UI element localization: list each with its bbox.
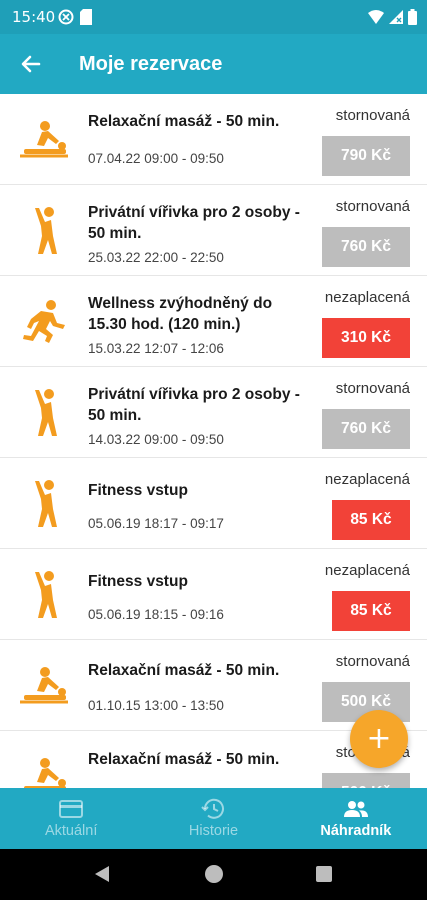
back-triangle-icon[interactable] [94, 865, 110, 883]
reservation-datetime: 14.03.22 09:00 - 09:50 [88, 432, 224, 447]
reservation-title: Privátní vířivka pro 2 osoby - 50 min. [88, 386, 300, 424]
status-bar: 15:40 [0, 0, 427, 34]
credit-card-icon [59, 798, 84, 820]
price-badge: 790 Kč [322, 136, 410, 176]
massage-icon [16, 753, 72, 788]
tab-label: Historie [188, 823, 239, 839]
price-badge: 500 Kč [322, 773, 410, 788]
sim-card-icon [80, 9, 92, 30]
reservation-datetime: 01.10.15 13:00 - 13:50 [88, 698, 224, 713]
reservation-row[interactable]: Relaxační masáž - 50 min. 07.04.22 09:00… [0, 94, 427, 185]
reservation-title: Fitness vstup [88, 573, 188, 590]
reservation-status: nezaplacená [324, 562, 410, 579]
screen: 15:40 Moje rezervace Relaxační masáž - 5… [0, 0, 427, 900]
reservation-row[interactable]: Privátní vířivka pro 2 osoby - 50 min. 1… [0, 367, 427, 458]
status-left-icons [58, 9, 92, 30]
signal-icon [389, 10, 403, 29]
reservation-status: stornovaná [335, 380, 410, 397]
price-badge: 760 Kč [322, 409, 410, 449]
app-bar: Moje rezervace [0, 34, 427, 94]
reservation-datetime: 07.04.22 09:00 - 09:50 [88, 151, 224, 166]
tab-aktualni[interactable]: Aktuální [0, 788, 142, 849]
reservation-datetime: 15.03.22 12:07 - 12:06 [88, 341, 224, 356]
arrow-left-icon [21, 55, 41, 73]
battery-icon [408, 9, 417, 30]
running-icon [16, 298, 72, 346]
stretch-icon [16, 389, 72, 437]
history-icon [201, 798, 225, 820]
status-time: 15:40 [12, 8, 56, 26]
tab-label: Aktuální [44, 823, 98, 839]
tab-nahradnik[interactable]: Náhradník [285, 788, 427, 849]
price-badge: 85 Kč [332, 500, 410, 540]
system-nav-bar [0, 849, 427, 900]
reservation-status: stornovaná [335, 198, 410, 215]
reservation-datetime: 25.03.22 22:00 - 22:50 [88, 250, 224, 265]
reservation-list[interactable]: Relaxační masáž - 50 min. 07.04.22 09:00… [0, 94, 427, 788]
reservation-status: nezaplacená [324, 289, 410, 306]
plus-icon: + [366, 721, 392, 756]
stretch-icon [16, 571, 72, 619]
price-badge: 310 Kč [322, 318, 410, 358]
reservation-status: nezaplacená [324, 471, 410, 488]
alarm-icon [58, 9, 74, 30]
page-title: Moje rezervace [79, 53, 223, 75]
tab-label: Náhradník [320, 823, 392, 839]
status-right-icons [368, 9, 417, 30]
back-button[interactable] [14, 48, 48, 80]
price-badge: 760 Kč [322, 227, 410, 267]
wifi-icon [368, 10, 384, 29]
stretch-icon [16, 480, 72, 528]
price-badge: 85 Kč [332, 591, 410, 631]
reservation-row[interactable]: Fitness vstup 05.06.19 18:15 - 09:16 nez… [0, 549, 427, 640]
massage-icon [16, 662, 72, 710]
reservation-row[interactable]: Wellness zvýhodněný do 15.30 hod. (120 m… [0, 276, 427, 367]
recents-square-icon[interactable] [316, 866, 332, 882]
reservation-datetime: 05.06.19 18:17 - 09:17 [88, 516, 224, 531]
home-circle-icon[interactable] [205, 865, 223, 883]
bottom-nav: Aktuální Historie Náhradník [0, 788, 427, 849]
reservation-title: Privátní vířivka pro 2 osoby - 50 min. [88, 204, 300, 242]
reservation-title: Relaxační masáž - 50 min. [88, 662, 280, 679]
massage-icon [16, 116, 72, 164]
reservation-datetime: 05.06.19 18:15 - 09:16 [88, 607, 224, 622]
add-reservation-button[interactable]: + [350, 710, 408, 768]
tab-historie[interactable]: Historie [142, 788, 284, 849]
reservation-row[interactable]: Privátní vířivka pro 2 osoby - 50 min. 2… [0, 185, 427, 276]
reservation-row[interactable]: Fitness vstup 05.06.19 18:17 - 09:17 nez… [0, 458, 427, 549]
reservation-title: Relaxační masáž - 50 min. [88, 751, 280, 768]
stretch-icon [16, 207, 72, 255]
reservation-status: stornovaná [335, 653, 410, 670]
reservation-title: Fitness vstup [88, 482, 188, 499]
reservation-title: Relaxační masáž - 50 min. [88, 113, 280, 130]
reservation-status: stornovaná [335, 107, 410, 124]
reservation-title: Wellness zvýhodněný do 15.30 hod. (120 m… [88, 295, 273, 333]
people-icon [343, 798, 369, 820]
